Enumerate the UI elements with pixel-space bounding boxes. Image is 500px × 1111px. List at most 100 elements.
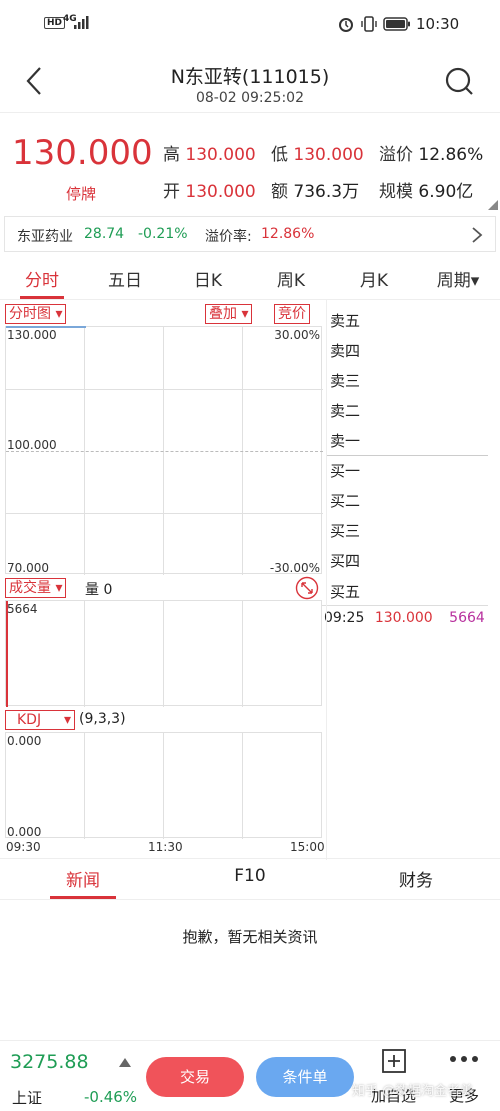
last-price: 130.000 <box>12 133 153 173</box>
intraday-price-chart[interactable]: 130.000 100.000 70.000 30.00% -30.00% <box>5 326 323 575</box>
grid-line <box>84 733 85 839</box>
grid-line <box>242 733 243 839</box>
fullscreen-toggle-icon[interactable] <box>295 576 319 600</box>
ask-3: 卖三 <box>330 372 361 390</box>
volume-chart[interactable]: 5664 <box>5 600 322 707</box>
more-button[interactable]: 更多 <box>436 1045 496 1109</box>
scale-label: 规模 <box>379 182 413 202</box>
amount-quote: 额 736.3万 <box>271 177 359 202</box>
index-value: 3275.88 <box>10 1051 89 1073</box>
bid-3: 买三 <box>330 522 361 540</box>
x-axis-end: 15:00 <box>290 840 325 854</box>
grid-line <box>163 733 164 839</box>
premium-quote: 溢价 12.86% <box>379 140 483 165</box>
header-divider <box>0 112 500 113</box>
app-header: N东亚转(111015) 08-02 09:25:02 <box>0 50 500 112</box>
panel-divider <box>326 300 327 860</box>
kdj-chart[interactable]: 0.000 0.000 <box>5 732 322 839</box>
x-axis-start: 09:30 <box>6 840 41 854</box>
low-value: 130.000 <box>293 145 364 165</box>
tab-period-dropdown[interactable]: 周期▾ <box>418 266 498 291</box>
tab-f10[interactable]: F10 <box>190 866 310 886</box>
low-quote: 低 130.000 <box>271 140 364 165</box>
hd-badge: HD <box>44 17 66 29</box>
chart-type-label: 分时图 <box>9 306 51 322</box>
kdj-y-top: 0.000 <box>7 734 42 748</box>
index-ticker[interactable]: 3275.88 上证 -0.46% <box>0 1041 140 1111</box>
chevron-right-icon <box>472 227 483 243</box>
caret-up-icon <box>119 1058 131 1067</box>
tabs-divider <box>0 299 500 300</box>
index-change: -0.46% <box>84 1088 138 1106</box>
watermark: 知乎 @数据淘金者美 <box>352 1084 474 1099</box>
kdj-indicator-dropdown[interactable]: KDJ ▾ <box>5 710 75 730</box>
grid-line <box>84 601 85 707</box>
ask-2: 卖二 <box>330 402 361 420</box>
grid-line <box>6 389 323 390</box>
news-empty-message: 抱歉，暂无相关资讯 <box>182 928 318 946</box>
grid-line <box>6 513 323 514</box>
underlying-price: 28.74 <box>84 226 125 242</box>
volume-bar <box>6 601 8 707</box>
grid-line <box>242 601 243 707</box>
auction-button[interactable]: 竞价 <box>274 304 310 324</box>
open-quote: 开 130.000 <box>163 177 256 202</box>
underlying-name: 东亚药业 <box>17 229 73 245</box>
back-arrow-icon[interactable] <box>24 66 44 96</box>
info-tabs-top-divider <box>0 858 500 859</box>
volume-label: 量 0 <box>85 582 113 598</box>
x-axis-mid: 11:30 <box>148 840 183 854</box>
low-label: 低 <box>271 145 288 165</box>
ask-1: 卖一 <box>330 432 361 450</box>
alarm-icon <box>339 18 353 32</box>
ask-5: 卖五 <box>330 312 361 330</box>
tab-daily-k[interactable]: 日K <box>168 266 248 291</box>
ask-4: 卖四 <box>330 342 361 360</box>
condition-order-button[interactable]: 条件单 <box>256 1057 354 1097</box>
underlying-premium-value: 12.86% <box>261 226 315 242</box>
open-value: 130.000 <box>185 182 256 202</box>
page-title: N东亚转(111015) <box>170 66 330 88</box>
overlay-dropdown[interactable]: 叠加 ▾ <box>205 304 253 324</box>
kdj-selector-label: KDJ <box>17 712 42 728</box>
amount-label: 额 <box>271 182 288 202</box>
tab-monthly-k[interactable]: 月K <box>334 266 414 291</box>
premium-label: 溢价 <box>379 145 413 165</box>
underlying-stock-row[interactable]: 东亚药业 28.74 -0.21% 溢价率: 12.86% <box>4 216 496 252</box>
bid-2: 买二 <box>330 492 361 510</box>
amount-value: 736.3万 <box>293 182 360 202</box>
expand-corner-icon[interactable] <box>486 200 498 210</box>
y-axis-bottom: 70.000 <box>7 561 49 575</box>
trade-time: 09:25 <box>324 610 365 626</box>
volume-selector-label: 成交量 <box>9 580 51 596</box>
volume-max: 5664 <box>7 602 38 616</box>
vibrate-icon <box>361 16 377 32</box>
trade-volume: 5664 <box>449 610 485 626</box>
trade-button[interactable]: 交易 <box>146 1057 244 1097</box>
info-tabs-divider <box>0 899 500 900</box>
open-label: 开 <box>163 182 180 202</box>
overlay-label: 叠加 <box>209 306 237 322</box>
tab-finance[interactable]: 财务 <box>356 866 476 891</box>
clock-time: 10:30 <box>416 15 460 33</box>
tab-weekly-k[interactable]: 周K <box>251 266 331 291</box>
volume-indicator-dropdown[interactable]: 成交量 ▾ <box>5 578 67 598</box>
plus-box-icon <box>382 1049 406 1073</box>
high-value: 130.000 <box>185 145 256 165</box>
kdj-y-bottom: 0.000 <box>7 825 42 839</box>
premium-value: 12.86% <box>418 145 484 165</box>
status-bar: HD 4G 10:30 <box>0 0 500 50</box>
more-dots-icon <box>450 1056 478 1062</box>
tab-intraday[interactable]: 分时 <box>2 266 82 291</box>
add-watchlist-button[interactable]: 加自选 <box>362 1045 426 1109</box>
y-axis-mid: 100.000 <box>7 438 57 452</box>
battery-icon <box>383 17 410 31</box>
tab-news[interactable]: 新闻 <box>23 866 143 891</box>
trade-divider <box>322 605 488 606</box>
trade-tick: 09:25 130.000 5664 <box>324 610 485 626</box>
chart-type-dropdown[interactable]: 分时图 ▾ <box>5 304 67 324</box>
search-icon[interactable] <box>444 66 474 96</box>
pct-axis-bottom: -30.00% <box>269 561 320 575</box>
tab-five-day[interactable]: 五日 <box>85 266 165 291</box>
scale-value: 6.90亿 <box>418 182 474 202</box>
